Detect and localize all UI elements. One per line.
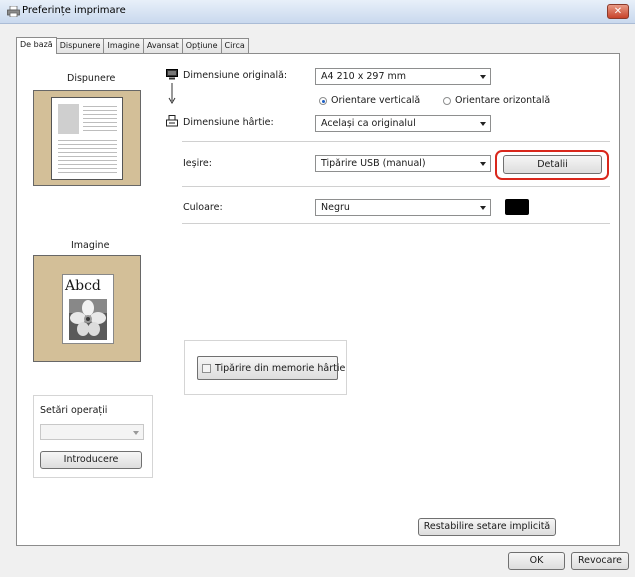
orientation-landscape-radio[interactable] xyxy=(443,97,451,105)
image-preview: Abcd xyxy=(33,255,141,362)
original-size-select[interactable]: A4 210 x 297 mm xyxy=(315,68,491,85)
color-value: Negru xyxy=(321,202,350,213)
paper-icon xyxy=(166,115,178,127)
operations-select[interactable] xyxy=(40,424,144,440)
black-swatch-icon xyxy=(505,199,529,215)
memory-print-label: Tipărire din memorie hârtie xyxy=(215,363,346,374)
color-label: Culoare: xyxy=(183,202,223,213)
tab-about[interactable]: Circa xyxy=(220,38,249,53)
text-lines-top xyxy=(83,106,117,134)
page-thumbnail xyxy=(51,97,123,180)
introduce-button[interactable]: Introducere xyxy=(40,451,142,469)
chevron-down-icon xyxy=(480,206,486,210)
image-sample-text: Abcd xyxy=(65,278,101,294)
orientation-portrait-radio[interactable] xyxy=(319,97,327,105)
tab-strip: De bază Dispunere Imagine Avansat Opțiun… xyxy=(16,37,249,54)
chevron-down-icon xyxy=(480,75,486,79)
chevron-down-icon xyxy=(480,162,486,166)
separator xyxy=(182,186,610,187)
tab-image[interactable]: Imagine xyxy=(103,38,144,53)
orientation-portrait-label: Orientare verticală xyxy=(331,95,421,106)
memory-print-toggle[interactable]: Tipărire din memorie hârtie xyxy=(197,356,345,380)
paper-size-label: Dimensiune hârtie: xyxy=(183,117,274,128)
paper-size-select[interactable]: Același ca originalul xyxy=(315,115,491,132)
restore-defaults-button[interactable]: Restabilire setare implicită xyxy=(418,518,556,536)
layout-preview-label: Dispunere xyxy=(67,73,116,84)
separator xyxy=(182,223,610,224)
memory-print-checkbox[interactable] xyxy=(202,364,211,373)
chevron-down-icon xyxy=(480,122,486,126)
printer-icon xyxy=(7,6,20,17)
output-select[interactable]: Tipărire USB (manual) xyxy=(315,155,491,172)
tab-layout[interactable]: Dispunere xyxy=(55,38,105,53)
flower-photo-icon xyxy=(69,299,107,340)
image-preview-label: Imagine xyxy=(71,240,110,251)
operations-title: Setări operații xyxy=(40,405,108,416)
original-size-value: A4 210 x 297 mm xyxy=(321,71,407,82)
window-title: Preferințe imprimare xyxy=(22,5,126,16)
output-label: Ieșire: xyxy=(183,158,212,169)
paper-size-value: Același ca originalul xyxy=(321,118,416,129)
layout-preview xyxy=(33,90,141,186)
color-select[interactable]: Negru xyxy=(315,199,491,216)
orientation-landscape-label: Orientare orizontală xyxy=(455,95,551,106)
chevron-down-icon xyxy=(133,431,139,435)
close-button[interactable]: ✕ xyxy=(607,4,629,19)
monitor-icon xyxy=(166,69,178,80)
output-value: Tipărire USB (manual) xyxy=(321,158,426,169)
close-icon: ✕ xyxy=(613,6,623,17)
cancel-button[interactable]: Revocare xyxy=(571,552,629,570)
details-button[interactable]: Detalii xyxy=(503,155,602,174)
tab-basic[interactable]: De bază xyxy=(16,37,57,54)
tab-option[interactable]: Opțiune xyxy=(181,38,222,53)
tab-advanced[interactable]: Avansat xyxy=(142,38,183,53)
text-lines-bottom xyxy=(58,140,117,176)
title-bar: Preferințe imprimare ✕ xyxy=(0,0,635,24)
image-block xyxy=(58,104,79,134)
ok-button[interactable]: OK xyxy=(508,552,565,570)
arrow-down-icon xyxy=(168,83,176,104)
image-sample-sheet: Abcd xyxy=(62,274,114,344)
separator xyxy=(182,141,610,142)
original-size-label: Dimensiune originală: xyxy=(183,70,288,81)
